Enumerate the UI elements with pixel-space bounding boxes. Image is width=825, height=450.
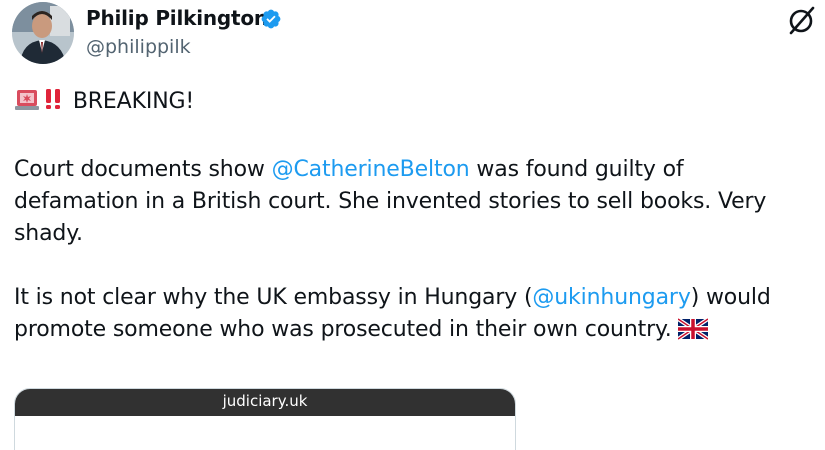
text-segment: was found guilty of — [469, 157, 684, 182]
text-segment: promote someone who was prosecuted in th… — [14, 317, 679, 342]
paragraph-1-line-2: defamation in a British court. She inven… — [14, 189, 767, 214]
uk-flag-emoji — [677, 317, 710, 350]
user-handle[interactable]: @philippilk — [86, 36, 191, 58]
grok-slash-icon[interactable] — [786, 4, 818, 36]
display-name[interactable]: Philip Pilkington — [86, 6, 268, 30]
breaking-line: BREAKING! — [14, 86, 814, 122]
avatar[interactable] — [12, 2, 74, 64]
tweet-header: Philip Pilkington @philippilk — [12, 2, 815, 64]
paragraph-2-line-1: It is not clear why the UK embassy in Hu… — [14, 282, 814, 314]
text-segment: Court documents show — [14, 157, 272, 182]
verified-badge-icon[interactable] — [260, 8, 282, 30]
paragraph-1-line-3: shady. — [14, 221, 83, 246]
tweet-text: BREAKING! Court documents show @Catherin… — [14, 86, 814, 350]
mention-link[interactable]: @CatherineBelton — [272, 157, 470, 182]
paragraph-2-line-2: promote someone who was prosecuted in th… — [14, 314, 814, 350]
double-exclamation-emoji — [40, 86, 66, 122]
mention-link[interactable]: @ukinhungary — [532, 285, 690, 310]
paragraph-1-line-1: Court documents show @CatherineBelton wa… — [14, 154, 814, 186]
police-light-emoji — [14, 86, 40, 122]
link-preview-card[interactable]: judiciary.uk — [14, 388, 516, 450]
breaking-label: BREAKING! — [72, 89, 195, 114]
card-domain-label: judiciary.uk — [15, 389, 515, 416]
text-segment: ) would — [690, 285, 771, 310]
text-segment: It is not clear why the UK embassy in Hu… — [14, 285, 533, 310]
